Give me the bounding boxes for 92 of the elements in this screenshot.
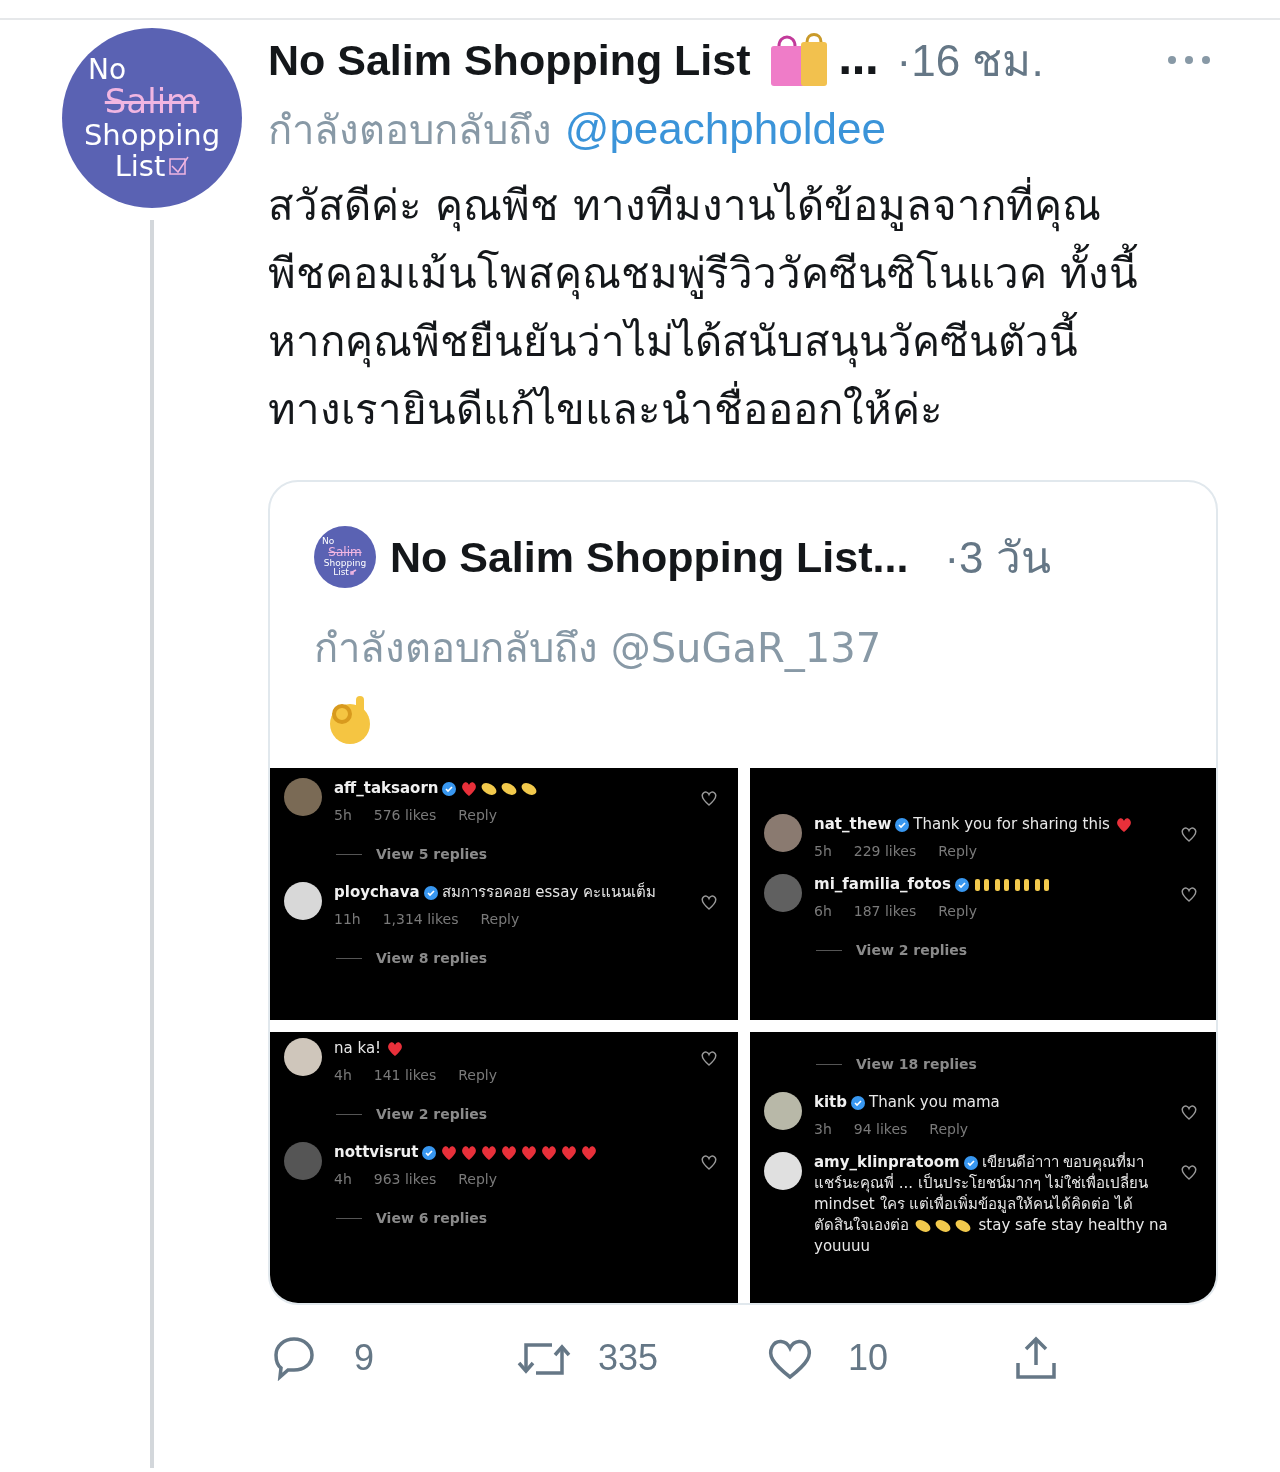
reply-link: Reply (458, 1066, 498, 1085)
heart-outline-icon (700, 1050, 718, 1066)
verified-badge-icon (422, 1145, 437, 1160)
heart-emoji-icon (440, 1143, 459, 1162)
action-count: 10 (848, 1337, 889, 1379)
heart-emoji-icon (520, 1143, 539, 1162)
reply-link: Reply (458, 1170, 498, 1189)
heart-emoji-icon (580, 1143, 599, 1162)
comment-text: aff_taksaorn 5h 576 likes Reply (334, 778, 688, 826)
heart-outline-icon (700, 790, 718, 806)
logo-text: List (333, 568, 349, 578)
comment-text: kitb Thank you mama 3h 94 likes Reply (814, 1092, 1168, 1140)
quoted-tweet-card[interactable] (268, 480, 1218, 1305)
more-options-icon[interactable] (1166, 54, 1212, 66)
verified-badge-icon (954, 877, 969, 892)
comment-text: na ka! 4h 141 likes Reply (334, 1038, 688, 1086)
view-replies-link: View 2 replies (856, 942, 968, 958)
logo-text: No (322, 536, 335, 546)
reply-link: Reply (938, 902, 978, 921)
comment-time: 4h (334, 1170, 352, 1189)
heart-emoji-icon (385, 1039, 404, 1058)
heart-emoji-icon (560, 1143, 579, 1162)
heart-outline-icon (1180, 1164, 1198, 1180)
action-count: 335 (598, 1337, 659, 1379)
heart-emoji-icon (460, 779, 479, 798)
comment-text: nat_thew Thank you for sharing this 5h 229 likes Reply (814, 814, 1168, 862)
like-count: 94 likes (853, 1120, 908, 1139)
reply-link: Reply (938, 842, 978, 861)
logo-text: Salim (328, 546, 362, 559)
reply-link: Reply (458, 806, 498, 825)
verified-badge-icon (442, 781, 457, 796)
user-avatar (764, 814, 802, 852)
action-count: 9 (354, 1337, 375, 1379)
heart-outline-icon (1180, 826, 1198, 842)
heart-emoji-icon (460, 1143, 479, 1162)
like-count: 963 likes (373, 1170, 437, 1189)
logo-text: Salim (104, 84, 200, 121)
heart-outline-icon (700, 1154, 718, 1170)
reply-link: Reply (480, 910, 520, 929)
like-count: 141 likes (373, 1066, 437, 1085)
comment-time: 4h (334, 1066, 352, 1085)
view-replies-link: View 5 replies (376, 846, 488, 862)
comment-time: 5h (814, 842, 832, 861)
heart-emoji-icon (500, 1143, 519, 1162)
heart-outline-icon (1180, 886, 1198, 902)
logo-text: No (88, 55, 127, 85)
heart-emoji-icon (480, 1143, 499, 1162)
comment-time: 3h (814, 1120, 832, 1139)
verified-badge-icon (851, 1095, 866, 1110)
tweet-text: สวัสดีค่ะ คุณพีช ทางทีมงานได้ข้อมูลจากที่คุณพีชคอมเม้นโพสคุณชมพู่รีวิววัคซีนซิโนแวค ทั้งนี้หากคุณพีชยืนยันว่าไม่ได้สนับสนุนวัคซีนตัวนี้ ทางเรายินดีแก้ไขและนำชื่อออกให้ค่ะ (268, 172, 1148, 444)
heart-outline-icon (700, 894, 718, 910)
account-name[interactable]: No Salim Shopping List... (390, 532, 909, 582)
user-avatar (284, 778, 322, 816)
reply-to-line: กำลังตอบกลับถึง @peachpholdee (268, 103, 887, 155)
comment-text: mi_familia_fotos 6h 187 likes Reply (814, 874, 1168, 922)
user-avatar (764, 1092, 802, 1130)
heart-outline-icon (1180, 1104, 1198, 1120)
timestamp: ·3 วัน (944, 532, 1051, 584)
user-avatar (764, 1152, 802, 1190)
verified-badge-icon (423, 885, 438, 900)
like-count: 1,314 likes (382, 910, 459, 929)
like-count: 187 likes (853, 902, 917, 921)
view-replies-link: View 6 replies (376, 1210, 488, 1226)
like-count: 576 likes (373, 806, 437, 825)
heart-emoji-icon (540, 1143, 559, 1162)
reply-to-line: กำลังตอบกลับถึง @SuGaR_137 (313, 624, 883, 674)
truncation-ellipsis: … (838, 37, 879, 83)
user-avatar (284, 882, 322, 920)
checkbox-icon (169, 155, 190, 176)
timestamp[interactable]: ·16 ชม. (896, 25, 1044, 95)
comment-text: ploychava สมการรอคอย essay คะแนนเต็ม 11h 1,314 likes Reply (334, 882, 688, 930)
heart-emoji-icon (1114, 815, 1133, 834)
verified-badge-icon (963, 1155, 978, 1170)
logo-text: List (114, 150, 166, 181)
checkbox-icon (349, 569, 357, 577)
reply-link: Reply (929, 1120, 969, 1139)
comment-text: amy_klinpratoom เขียนดีอ่าาา ขอบคุณที่มาแชร์นะคุณพี่ ... เป็นประโยชน์มากๆ ไม่ใช่เพื่อเปลี่ยน mindset ใคร แต่เพื่อเพิ่มข้อมูลให้คนได้คิดต่อ ได้ตัดสินใจเองต่อ stay safe stay healthy na youuuu (814, 1152, 1168, 1257)
comment-time: 11h (334, 910, 361, 929)
comment-time: 5h (334, 806, 352, 825)
user-avatar (284, 1038, 322, 1076)
verified-badge-icon (895, 817, 910, 832)
view-replies-link: View 18 replies (856, 1056, 977, 1072)
view-replies-link: View 8 replies (376, 950, 488, 966)
user-avatar (284, 1142, 322, 1180)
view-replies-link: View 2 replies (376, 1106, 488, 1122)
like-count: 229 likes (853, 842, 917, 861)
user-avatar (764, 874, 802, 912)
logo-text: Shopping (323, 558, 367, 568)
comment-time: 6h (814, 902, 832, 921)
logo-text: Shopping (83, 120, 221, 151)
comment-text: nottvisrut 4h 963 likes Reply (334, 1142, 688, 1190)
account-name[interactable]: No Salim Shopping List (268, 35, 751, 85)
